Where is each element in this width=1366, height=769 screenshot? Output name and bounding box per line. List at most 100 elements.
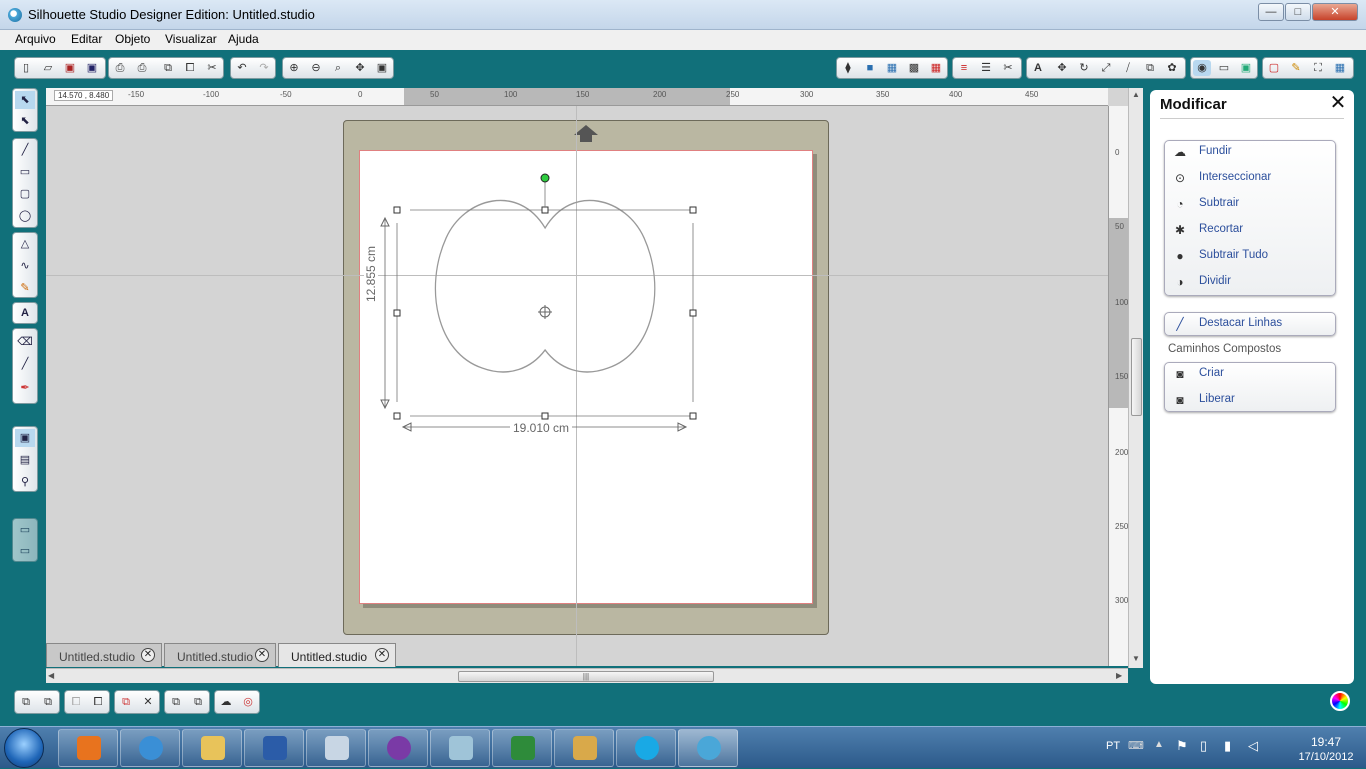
start-button[interactable] xyxy=(4,728,44,768)
open-file-icon[interactable]: ▱ xyxy=(39,60,57,76)
taskbar-media-player[interactable] xyxy=(58,729,118,767)
weld-button[interactable]: ☁ Fundir xyxy=(1171,141,1331,163)
crop-button[interactable]: ✱ Recortar xyxy=(1171,219,1331,241)
replicate-icon[interactable]: ⧉ xyxy=(1141,60,1159,76)
ungroup-icon[interactable]: ⧉ xyxy=(39,694,57,710)
zoom-out-icon[interactable]: ⊖ xyxy=(307,60,325,76)
scale-icon[interactable]: ⤢ xyxy=(1097,60,1115,76)
highlight-lines-button[interactable]: ╱ Destacar Linhas xyxy=(1171,313,1331,335)
store-view-icon[interactable]: ⚲ xyxy=(15,473,35,491)
volume-icon[interactable]: ◁ xyxy=(1248,738,1258,754)
rounded-rect-tool-icon[interactable]: ▢ xyxy=(15,185,35,203)
zoom-in-icon[interactable]: ⊕ xyxy=(285,60,303,76)
flag-icon[interactable]: ⚑ xyxy=(1176,738,1188,754)
rotate-icon[interactable]: ↻ xyxy=(1075,60,1093,76)
doc-tab[interactable]: Untitled.studio ✕ xyxy=(164,643,276,667)
offset-shortcut-icon[interactable]: ◎ xyxy=(239,694,257,710)
handle-middle-left[interactable] xyxy=(393,309,401,317)
weld-shortcut-icon[interactable]: ☁ xyxy=(217,694,235,710)
scissors-icon[interactable]: ✂ xyxy=(203,60,221,76)
line-color-stroke-icon[interactable]: ≡ xyxy=(955,60,973,76)
knife-tool-icon[interactable]: ╱ xyxy=(15,355,35,373)
intersect-button[interactable]: ⊙ Interseccionar xyxy=(1171,167,1331,189)
ellipse-tool-icon[interactable]: ◯ xyxy=(15,207,35,225)
line-tool-icon[interactable]: ╱ xyxy=(15,141,35,159)
trace-icon[interactable]: ✿ xyxy=(1163,60,1181,76)
eraser-tool-icon[interactable]: ⌫ xyxy=(15,333,35,351)
subtract-all-button[interactable]: ● Subtrair Tudo xyxy=(1171,245,1331,267)
make-compound-path-icon[interactable]: ⧠ xyxy=(67,694,85,710)
maximize-button[interactable]: □ xyxy=(1285,3,1311,21)
modify-panel-icon[interactable]: ◉ xyxy=(1193,60,1211,76)
scroll-up-icon[interactable]: ▲ xyxy=(1132,90,1140,99)
menu-objeto[interactable]: Objeto xyxy=(115,32,150,46)
close-tab-icon[interactable]: ✕ xyxy=(255,648,269,662)
group-icon[interactable]: ⧉ xyxy=(17,694,35,710)
network-icon[interactable]: ▮ xyxy=(1224,738,1231,754)
rectangle-tool-icon[interactable]: ▭ xyxy=(15,163,35,181)
page-setup-icon[interactable]: ▢ xyxy=(1265,60,1283,76)
vertical-scrollbar[interactable]: ▲ ▼ xyxy=(1128,88,1143,668)
taskbar-silhouette[interactable] xyxy=(678,729,738,767)
bring-forward-icon[interactable]: ⧉ xyxy=(167,694,185,710)
trace-panel-icon[interactable]: ▣ xyxy=(1237,60,1255,76)
taskbar-spider[interactable] xyxy=(368,729,428,767)
polygon-tool-icon[interactable]: △ xyxy=(15,235,35,253)
library-view-icon[interactable]: ▤ xyxy=(15,451,35,469)
menu-ajuda[interactable]: Ajuda xyxy=(228,32,259,46)
doc-tab[interactable]: Untitled.studio ✕ xyxy=(46,643,162,667)
cut-settings-icon[interactable]: ⎙ xyxy=(133,60,151,76)
fill-bucket-icon[interactable]: ⧫ xyxy=(839,60,857,76)
handle-middle-right[interactable] xyxy=(689,309,697,317)
clock-time[interactable]: 19:47 xyxy=(1296,735,1356,749)
fill-color-icon[interactable]: ■ xyxy=(861,60,879,76)
text-style-icon[interactable]: A xyxy=(1029,60,1047,76)
gradient-icon[interactable]: ▦ xyxy=(883,60,901,76)
line-color-icon[interactable]: ▦ xyxy=(927,60,945,76)
undo-icon[interactable]: ↶ xyxy=(233,60,251,76)
clock-date[interactable]: 17/10/2012 xyxy=(1296,751,1356,763)
taskbar-notes[interactable] xyxy=(430,729,490,767)
horizontal-scrollbar[interactable]: ◀ ||| ▶ xyxy=(46,668,1128,683)
grid-icon[interactable]: ▦ xyxy=(1331,60,1349,76)
make-compound-button[interactable]: ◙ Criar xyxy=(1171,363,1331,385)
divide-button[interactable]: ◑ Dividir xyxy=(1171,271,1331,293)
eyedropper-tool-icon[interactable]: ✒ xyxy=(15,379,35,397)
copy-icon[interactable]: ⧉ xyxy=(159,60,177,76)
menu-visualizar[interactable]: Visualizar xyxy=(165,32,217,46)
canvas-area[interactable]: -150 -100 -50 0 50 100 150 200 250 300 3… xyxy=(46,88,1128,666)
paste-icon[interactable]: ⧠ xyxy=(181,60,199,76)
layer-top-icon[interactable]: ▭ xyxy=(15,521,35,539)
handle-bottom-center[interactable] xyxy=(541,412,549,420)
delete-icon[interactable]: ✕ xyxy=(139,694,157,710)
handle-top-right[interactable] xyxy=(689,206,697,214)
subtract-button[interactable]: ◔ Subtrair xyxy=(1171,193,1331,215)
taskbar-explorer[interactable] xyxy=(182,729,242,767)
menu-arquivo[interactable]: Arquivo xyxy=(15,32,56,46)
curve-tool-icon[interactable]: ∿ xyxy=(15,257,35,275)
duplicate-icon[interactable]: ⧉ xyxy=(117,694,135,710)
close-tab-icon[interactable]: ✕ xyxy=(375,648,389,662)
freehand-tool-icon[interactable]: ✎ xyxy=(15,279,35,297)
release-compound-path-icon[interactable]: ⧠ xyxy=(89,694,107,710)
text-tool-icon[interactable]: A xyxy=(15,304,35,322)
handle-top-center[interactable] xyxy=(541,206,549,214)
panel-close-icon[interactable]: ✕ xyxy=(1328,93,1348,113)
offset-panel-icon[interactable]: ▭ xyxy=(1215,60,1233,76)
keyboard-icon[interactable]: ⌨ xyxy=(1128,739,1144,752)
menu-editar[interactable]: Editar xyxy=(71,32,102,46)
taskbar-internet-explorer[interactable] xyxy=(120,729,180,767)
send-backward-icon[interactable]: ⧉ xyxy=(189,694,207,710)
pattern-icon[interactable]: ▩ xyxy=(905,60,923,76)
minimize-button[interactable]: — xyxy=(1258,3,1284,21)
align-icon[interactable]: ✥ xyxy=(1053,60,1071,76)
double-circle-path[interactable] xyxy=(434,199,656,373)
print-icon[interactable]: ⎙ xyxy=(111,60,129,76)
shear-icon[interactable]: ⧸ xyxy=(1119,60,1137,76)
scroll-right-icon[interactable]: ▶ xyxy=(1116,671,1122,680)
design-view-icon[interactable]: ▣ xyxy=(15,429,35,447)
layer-bottom-icon[interactable]: ▭ xyxy=(15,542,35,560)
taskbar-presentation[interactable] xyxy=(554,729,614,767)
taskbar-calculator[interactable] xyxy=(306,729,366,767)
fullscreen-icon[interactable]: ⛶ xyxy=(1309,60,1327,76)
